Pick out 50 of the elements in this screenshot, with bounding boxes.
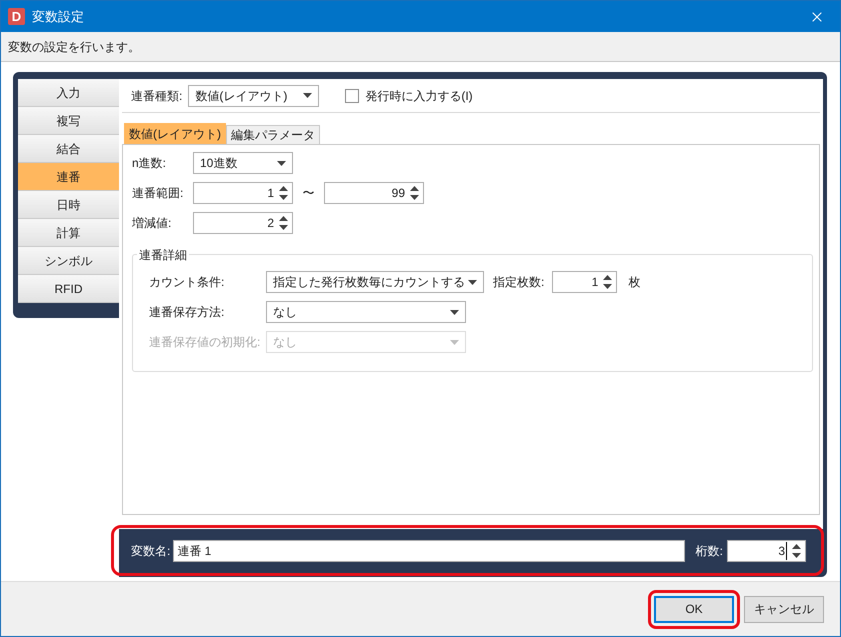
description-text: 変数の設定を行います。 xyxy=(8,38,140,56)
tab[interactable]: 編集パラメータ xyxy=(226,125,320,144)
unit-label: 枚 xyxy=(628,274,640,291)
field-label: 変数名: xyxy=(131,543,170,560)
side-tab[interactable]: 連番 xyxy=(18,163,119,191)
number-spinner[interactable]: 3 xyxy=(727,540,806,562)
window-title: 変数設定 xyxy=(32,8,84,26)
caret-icon xyxy=(450,340,459,344)
spin-arrows-icon[interactable] xyxy=(792,543,801,559)
caret-icon xyxy=(450,310,459,314)
checkbox-label: 発行時に入力する(I) xyxy=(365,88,473,104)
dialog-button[interactable]: キャンセル xyxy=(744,596,824,622)
field-label: 連番範囲: xyxy=(132,185,184,202)
dropdown[interactable]: 指定した発行枚数毎にカウントする xyxy=(266,271,484,293)
dropdown[interactable]: 数値(レイアウト) xyxy=(188,84,320,106)
field-label: 連番種類: xyxy=(131,88,182,104)
caret-icon xyxy=(468,280,477,284)
range-separator: 〜 xyxy=(302,185,316,202)
variable-name-field[interactable]: 連番 1 xyxy=(173,540,685,562)
field-label: カウント条件: xyxy=(149,274,226,291)
field-label: 増減値: xyxy=(132,215,172,232)
number-spinner[interactable]: 1 xyxy=(193,182,293,204)
app-logo: D xyxy=(8,8,25,25)
number-spinner[interactable]: 1 xyxy=(552,271,618,293)
side-tab[interactable]: RFID xyxy=(18,275,119,303)
field-label: 連番保存値の初期化: xyxy=(149,334,262,351)
side-tab[interactable]: 日時 xyxy=(18,191,119,219)
side-tab[interactable]: 計算 xyxy=(18,219,119,247)
side-tab[interactable]: 入力 xyxy=(18,79,119,107)
dropdown[interactable]: なし xyxy=(266,301,466,323)
spin-arrows-icon[interactable] xyxy=(410,185,419,201)
group-title: 連番詳細 xyxy=(137,246,189,264)
caret-icon xyxy=(277,160,286,166)
number-spinner[interactable]: 2 xyxy=(193,212,293,234)
spin-arrows-icon[interactable] xyxy=(279,215,288,231)
caret-icon xyxy=(303,93,312,98)
side-tab[interactable]: シンボル xyxy=(18,247,119,275)
spin-arrows-icon[interactable] xyxy=(279,185,288,201)
tab[interactable]: 数値(レイアウト) xyxy=(124,123,226,144)
field-label: 連番保存方法: xyxy=(149,304,226,321)
spin-arrows-icon[interactable] xyxy=(603,274,612,290)
field-label: 桁数: xyxy=(696,543,723,560)
checkbox[interactable] xyxy=(345,88,360,102)
dropdown[interactable]: 10進数 xyxy=(193,152,293,174)
side-tab[interactable]: 複写 xyxy=(18,107,119,135)
field-label: n進数: xyxy=(132,155,168,172)
side-tab[interactable]: 結合 xyxy=(18,135,119,163)
field-label: 指定枚数: xyxy=(493,274,544,291)
dialog-button[interactable]: OK xyxy=(654,596,734,622)
number-spinner[interactable]: 99 xyxy=(324,182,424,204)
